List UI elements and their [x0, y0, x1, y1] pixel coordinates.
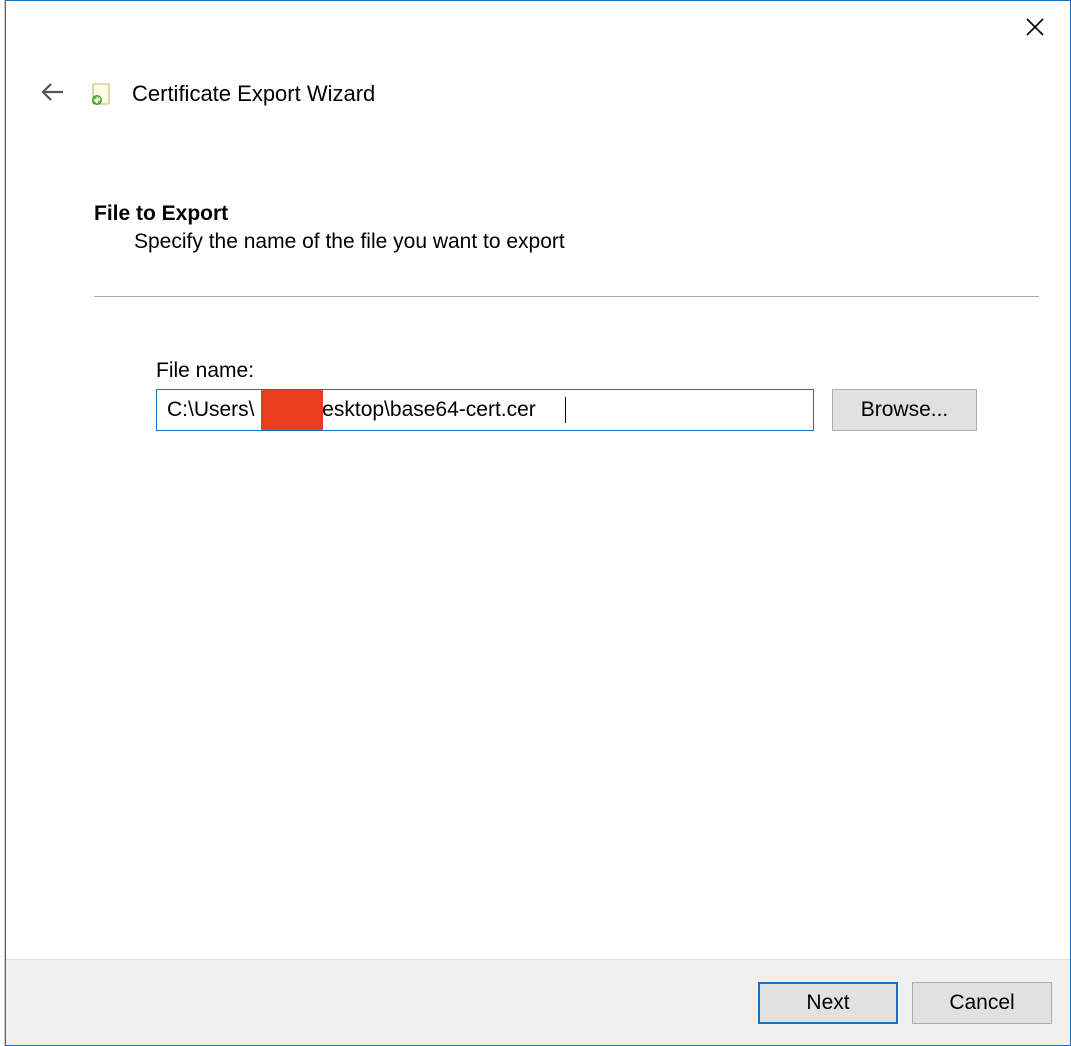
- wizard-content: File to Export Specify the name of the f…: [6, 112, 1070, 959]
- file-field-block: File name: Browse...: [94, 359, 1030, 431]
- certificate-wizard-icon: [88, 81, 114, 107]
- page-heading: File to Export: [94, 202, 1030, 226]
- back-arrow-icon: [40, 79, 66, 105]
- next-button[interactable]: Next: [758, 982, 898, 1024]
- text-caret: [565, 397, 566, 423]
- file-field-row: Browse...: [156, 389, 1030, 431]
- file-name-input[interactable]: [156, 389, 814, 431]
- divider: [94, 296, 1039, 297]
- browse-button[interactable]: Browse...: [832, 389, 977, 431]
- close-icon: [1026, 18, 1044, 36]
- wizard-title: Certificate Export Wizard: [132, 81, 375, 107]
- wizard-footer: Next Cancel: [6, 959, 1070, 1045]
- redaction-overlay: [261, 390, 323, 430]
- titlebar: [6, 1, 1070, 57]
- page-subheading: Specify the name of the file you want to…: [94, 230, 1030, 254]
- wizard-window: Certificate Export Wizard File to Export…: [5, 0, 1071, 1046]
- file-input-wrap: [156, 389, 814, 431]
- close-button[interactable]: [1010, 1, 1070, 41]
- back-button[interactable]: [36, 75, 70, 112]
- file-name-label: File name:: [156, 359, 1030, 383]
- cancel-button[interactable]: Cancel: [912, 982, 1052, 1024]
- wizard-header: Certificate Export Wizard: [6, 57, 1070, 112]
